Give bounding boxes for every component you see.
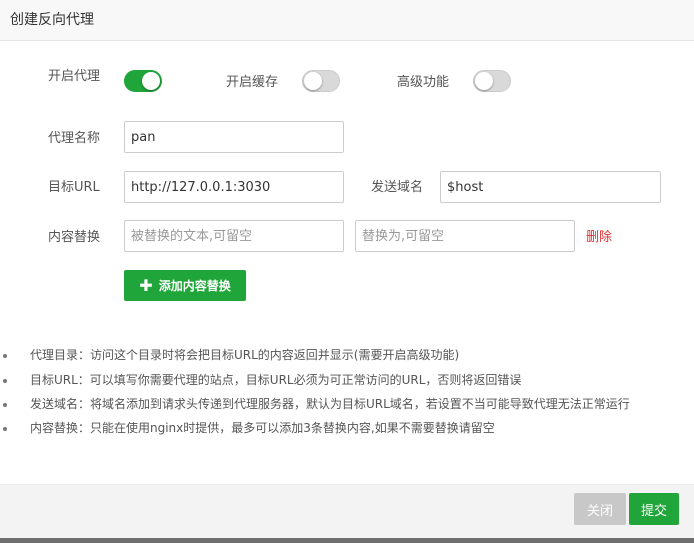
replace-from-input[interactable] — [124, 220, 344, 252]
send-domain-label: 发送域名 — [371, 180, 424, 195]
target-url-label: 目标URL — [48, 180, 100, 195]
dialog-footer: 关闭 提交 — [0, 484, 694, 538]
delete-replace-link[interactable]: 删除 — [586, 228, 612, 248]
submit-button[interactable]: 提交 — [629, 493, 679, 525]
proxy-name-label: 代理名称 — [48, 131, 101, 146]
proxy-toggle-label: 开启代理 — [48, 69, 101, 84]
add-content-replace-label: 添加内容替换 — [158, 279, 231, 293]
add-content-replace-button[interactable]: ✚ 添加内容替换 — [124, 270, 246, 301]
bullet-icon — [3, 427, 7, 431]
dialog-title: 创建反向代理 — [0, 0, 694, 41]
close-button[interactable]: 关闭 — [574, 493, 626, 525]
advanced-toggle-label: 高级功能 — [397, 75, 450, 90]
content-replace-label: 内容替换 — [48, 230, 101, 245]
cache-toggle-label: 开启缓存 — [226, 75, 279, 90]
proxy-name-input[interactable] — [124, 121, 344, 153]
proxy-toggle[interactable] — [124, 70, 162, 92]
bullet-icon — [3, 403, 7, 407]
create-reverse-proxy-dialog: 创建反向代理 开启代理 开启缓存 高级功能 代理名称 目标URL 发送域名 内容… — [0, 0, 694, 538]
help-item: 发送域名：将域名添加到请求头传递到代理服务器，默认为目标URL域名，若设置不当可… — [0, 393, 694, 416]
advanced-toggle[interactable] — [473, 70, 511, 92]
toggle-knob — [304, 72, 322, 90]
replace-to-input[interactable] — [355, 220, 575, 252]
help-item: 目标URL：可以填写你需要代理的站点，目标URL必须为可正常访问的URL，否则将… — [0, 368, 694, 393]
help-list: 代理目录：访问这个目录时将会把目标URL的内容返回并显示(需要开启高级功能) 目… — [0, 343, 694, 441]
toggle-knob — [475, 72, 493, 90]
toggle-knob — [142, 72, 160, 90]
help-item: 内容替换：只能在使用nginx时提供，最多可以添加3条替换内容,如果不需要替换请… — [0, 416, 694, 441]
send-domain-input[interactable] — [440, 171, 661, 203]
target-url-input[interactable] — [124, 171, 344, 203]
bullet-icon — [3, 379, 7, 383]
help-item: 代理目录：访问这个目录时将会把目标URL的内容返回并显示(需要开启高级功能) — [0, 343, 694, 368]
cache-toggle[interactable] — [302, 70, 340, 92]
bullet-icon — [3, 354, 7, 358]
plus-icon: ✚ — [139, 275, 153, 295]
